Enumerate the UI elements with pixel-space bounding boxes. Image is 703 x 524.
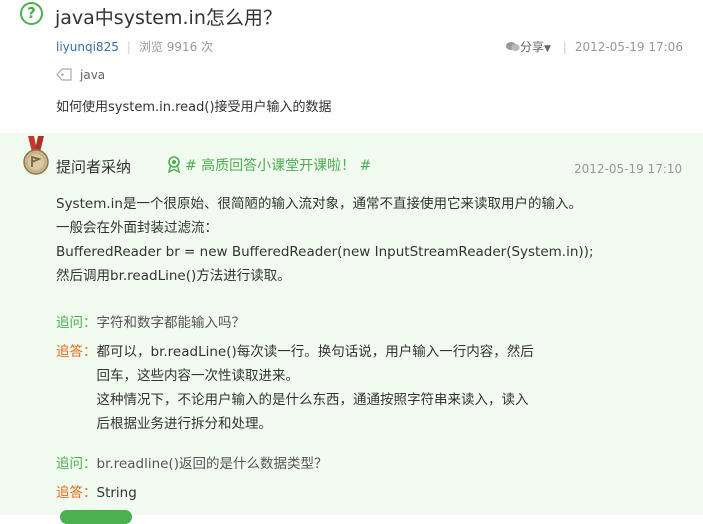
adopted-label: 提问者采纳 xyxy=(56,158,132,176)
answer-line: System.in是一个很原始、很简陋的输入流对象，通常不直接使用它来读取用户的… xyxy=(56,196,582,212)
meta-divider: | xyxy=(126,40,131,54)
followup-question-text: 字符和数字都能输入吗？ xyxy=(96,315,246,331)
followup-answer-line: 都可以，br.readLine()每次读一行。换句话说，用户输入一行内容，然后 xyxy=(96,344,534,360)
answer-line: 然后调用br.readLine()方法进行读取。 xyxy=(56,268,291,284)
action-button[interactable] xyxy=(60,510,132,524)
followup-question-label: 追问： xyxy=(56,315,97,331)
asker-username[interactable]: liyunqi825 xyxy=(56,40,119,54)
followup-answer-line: String xyxy=(96,485,137,501)
followup-answer-text: String xyxy=(97,481,137,505)
answer-line: BufferedReader br = new BufferedReader(n… xyxy=(56,244,594,260)
question-date: 2012-05-19 17:06 xyxy=(574,40,683,54)
answer-body: System.in是一个很原始、很简陋的输入流对象，通常不直接使用它来读取用户的… xyxy=(56,192,594,288)
tag-icon xyxy=(56,68,72,81)
followup-answer-line: 后根据业务进行拆分和处理。 xyxy=(96,416,273,432)
followup-answer-text: 都可以，br.readLine()每次读一行。换句话说，用户输入一行内容，然后 … xyxy=(97,340,534,436)
answer-line: 一般会在外面封装过滤流： xyxy=(56,220,218,236)
question-icon: ? xyxy=(20,2,43,25)
followup-question: 追问：字符和数字都能输入吗？ xyxy=(56,311,245,335)
followup-question: 追问：br.readline()返回的是什么数据类型？ xyxy=(56,452,327,476)
tag-java[interactable]: java xyxy=(80,68,105,82)
promo-text: # 高质回答小课堂开课啦！ # xyxy=(185,158,372,174)
badge-icon xyxy=(168,156,180,173)
followup-answer: 追答： String xyxy=(56,481,137,505)
share-area: 分享▼ | 2012-05-19 17:06 xyxy=(506,38,683,55)
question-meta: liyunqi825 | 浏览 9916 次 xyxy=(56,38,213,55)
followup-answer-label: 追答： xyxy=(56,344,97,360)
promo-link[interactable]: # 高质回答小课堂开课啦！ # xyxy=(166,155,371,175)
share-divider: | xyxy=(562,40,567,54)
share-button[interactable]: 分享▼ xyxy=(506,40,555,54)
followup-answer: 追答： 都可以，br.readLine()每次读一行。换句话说，用户输入一行内容… xyxy=(56,340,534,436)
view-count: 浏览 9916 次 xyxy=(138,40,214,54)
followup-question-label: 追问： xyxy=(56,456,97,472)
answer-date: 2012-05-19 17:10 xyxy=(574,162,683,176)
followup-answer-line: 这种情况下，不论用户输入的是什么东西，通通按照字符串来读入，读入 xyxy=(96,392,529,408)
tag-row: java xyxy=(56,68,105,82)
medal-icon xyxy=(23,136,49,175)
share-label: 分享 xyxy=(520,40,545,54)
followup-question-text: br.readline()返回的是什么数据类型？ xyxy=(96,456,328,472)
followup-answer-line: 回车，这些内容一次性读取进来。 xyxy=(96,368,300,384)
followup-answer-label: 追答： xyxy=(56,485,97,501)
page-title: java中system.in怎么用？ xyxy=(55,7,282,29)
chevron-down-icon: ▼ xyxy=(544,44,551,54)
share-icon xyxy=(506,42,520,51)
question-description: 如何使用system.in.read()接受用户输入的数据 xyxy=(56,100,332,115)
